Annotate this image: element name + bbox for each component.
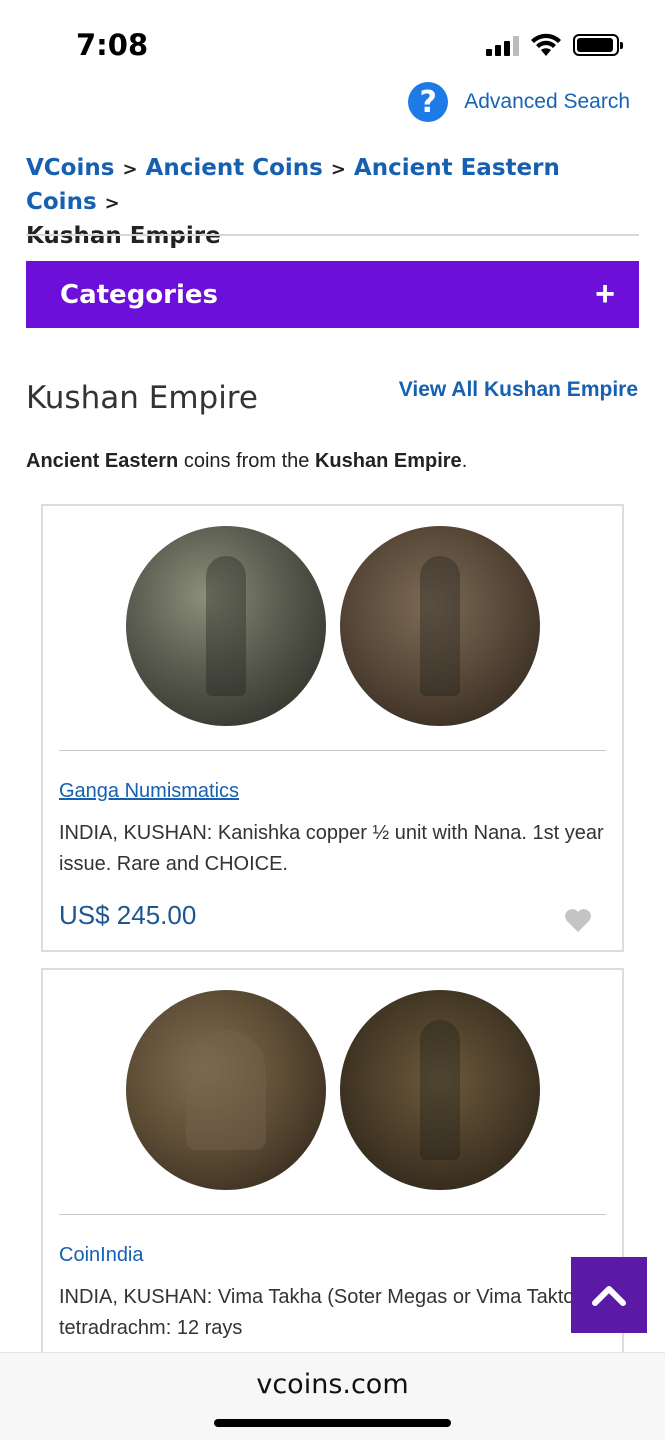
view-all-link[interactable]: View All Kushan Empire <box>399 378 638 402</box>
coin-image[interactable] <box>43 990 622 1200</box>
listing-description[interactable]: INDIA, KUSHAN: Vima Takha (Soter Megas o… <box>59 1282 619 1344</box>
heart-icon[interactable] <box>564 908 592 933</box>
url-text[interactable]: vcoins.com <box>0 1369 665 1400</box>
listing-description[interactable]: INDIA, KUSHAN: Kanishka copper ½ unit wi… <box>59 818 619 880</box>
coin-reverse-image[interactable] <box>339 990 540 1190</box>
coin-obverse-image[interactable] <box>125 990 326 1190</box>
intro-bold: Kushan Empire <box>314 450 462 472</box>
advanced-search-link[interactable]: Advanced Search <box>464 90 630 114</box>
divider <box>26 234 639 236</box>
listing-price: US$ 245.00 <box>59 900 197 930</box>
breadcrumb-separator: > <box>104 193 120 214</box>
breadcrumb-ancient-coins[interactable]: Ancient Coins <box>146 155 323 181</box>
listing-card[interactable]: CoinIndia INDIA, KUSHAN: Vima Takha (Sot… <box>41 968 624 1368</box>
wifi-icon <box>531 33 561 56</box>
coin-obverse-image[interactable] <box>125 526 326 726</box>
status-bar: 7:08 <box>0 0 665 88</box>
chevron-up-icon <box>592 1286 626 1306</box>
help-icon[interactable]: ? <box>408 82 449 122</box>
home-indicator[interactable] <box>214 1419 451 1427</box>
status-time: 7:08 <box>76 28 149 62</box>
plus-icon[interactable]: + <box>595 275 615 314</box>
browser-address-bar[interactable]: vcoins.com <box>0 1352 665 1440</box>
listing-card[interactable]: Ganga Numismatics INDIA, KUSHAN: Kanishk… <box>41 504 624 952</box>
breadcrumb-separator: > <box>122 159 138 180</box>
breadcrumb-vcoins[interactable]: VCoins <box>26 155 114 181</box>
breadcrumb-current: Kushan Empire <box>26 223 221 249</box>
dealer-link[interactable]: CoinIndia <box>59 1244 144 1267</box>
coin-reverse-image[interactable] <box>339 526 540 726</box>
categories-label: Categories <box>60 279 219 310</box>
advanced-search[interactable]: ? Advanced Search <box>408 82 630 122</box>
intro-segment: coins from the <box>178 450 315 472</box>
intro-text: Ancient Eastern coins from the Kushan Em… <box>26 450 467 473</box>
page-title: Kushan Empire <box>26 380 258 416</box>
coin-image[interactable] <box>43 526 622 736</box>
card-divider <box>59 750 606 751</box>
intro-segment: . <box>461 450 468 472</box>
intro-bold: Ancient Eastern <box>26 450 179 472</box>
cellular-signal-icon <box>486 36 520 56</box>
categories-toggle[interactable]: Categories + <box>26 261 639 328</box>
card-divider <box>59 1214 606 1215</box>
back-to-top-button[interactable] <box>571 1257 647 1333</box>
dealer-link[interactable]: Ganga Numismatics <box>59 780 239 803</box>
breadcrumb-separator: > <box>330 159 346 180</box>
breadcrumb: VCoins > Ancient Coins > Ancient Eastern Coi… <box>26 152 626 253</box>
battery-icon <box>573 34 623 56</box>
